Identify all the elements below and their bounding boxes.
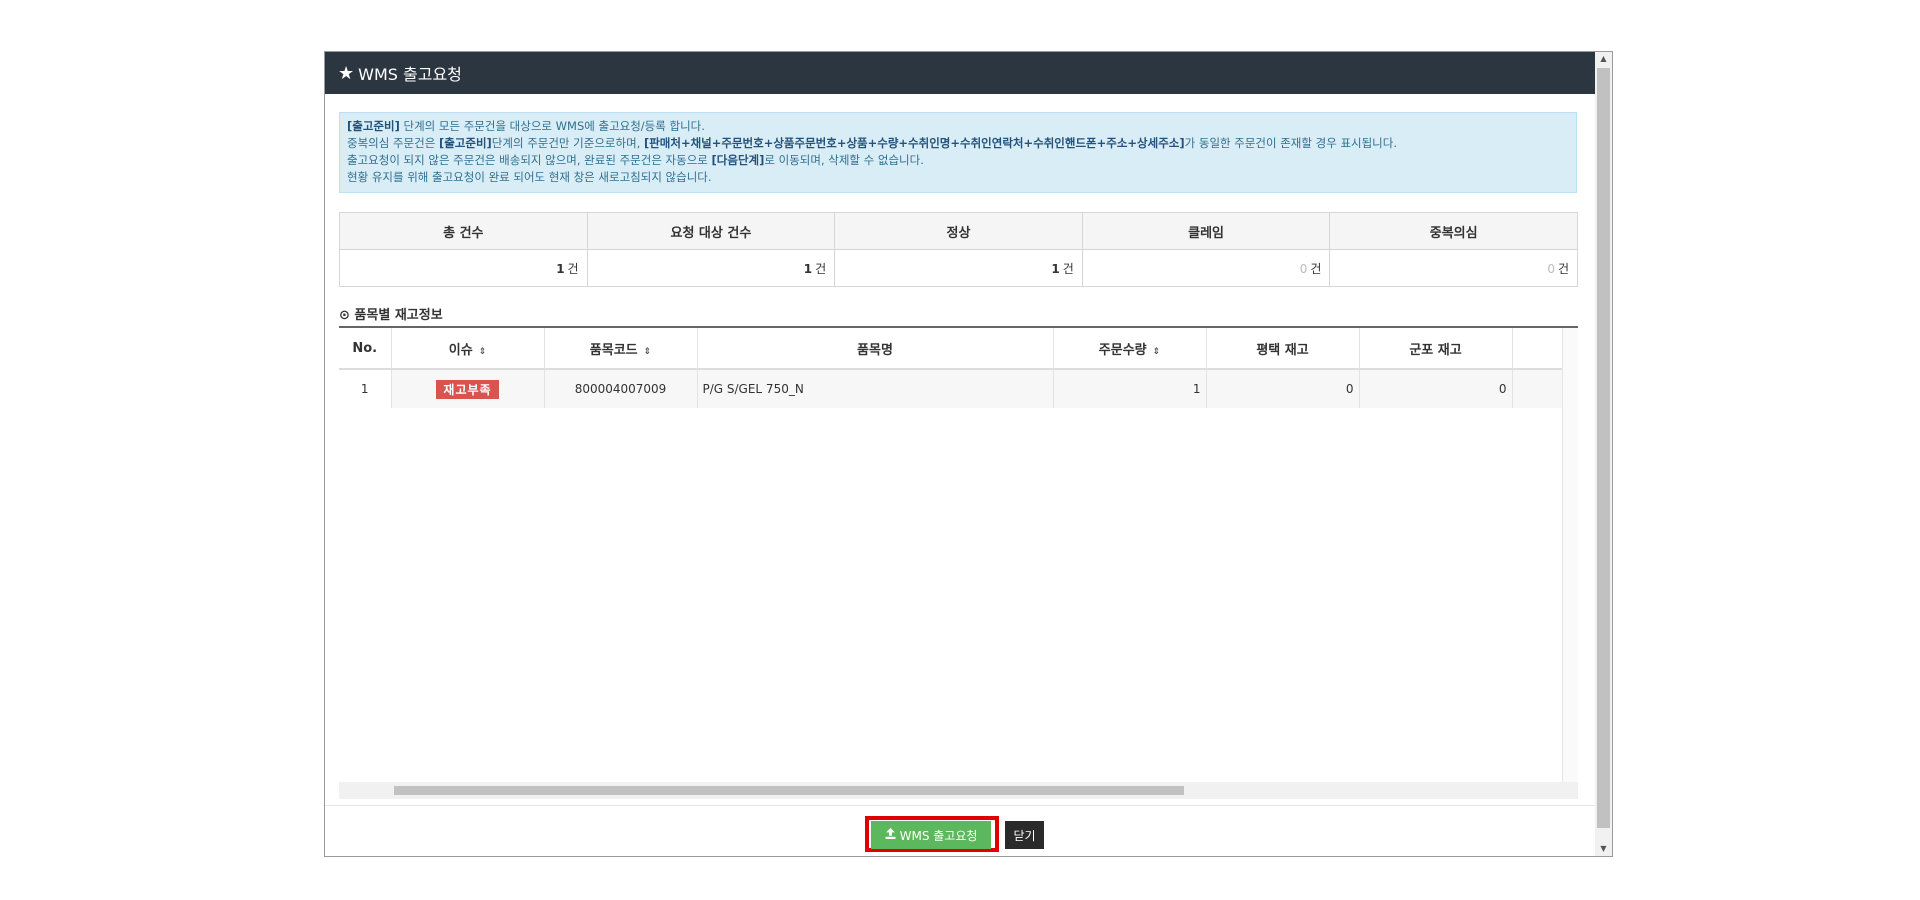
info-line-4: 현황 유지를 위해 출고요청이 완료 되어도 현재 창은 새로고침되지 않습니다… (347, 170, 712, 184)
cell-code: 800004007009 (544, 369, 698, 408)
col-label: 이슈 (448, 342, 473, 358)
section-title: ⊙ 품목별 재고정보 (339, 308, 443, 323)
modal-title: WMS 출고요청 (358, 65, 462, 84)
info-text: 출고요청이 되지 않은 주문건은 배송되지 않으며, 완료된 주문건은 자동으로 (347, 153, 712, 167)
info-tag: [다음단계] (711, 153, 765, 167)
grid-scroll-thumb[interactable] (394, 786, 1184, 795)
modal-header: ★ WMS 출고요청 (325, 52, 1595, 94)
table-row[interactable]: 1 재고부족 800004007009 P/G S/GEL 750_N 1 0 … (339, 369, 1563, 408)
summary-header: 클레임 (1081, 212, 1331, 250)
info-tag: [출고준비] (347, 119, 400, 133)
summary-cell-normal: 1건 (834, 249, 1083, 287)
summary-unit: 건 (1062, 261, 1074, 276)
stock-grid: No. 이슈 ⇕ 품목코드 ⇕ 품목명 주문수량 ⇕ 평택 재고 군포 재고 동 1 … (339, 326, 1578, 799)
star-icon: ★ (338, 62, 355, 84)
sort-icon[interactable]: ⇕ (1153, 347, 1161, 357)
status-badge: 재고부족 (436, 379, 499, 399)
col-header-no: No. (339, 328, 392, 370)
info-text: 가 동일한 주문건이 존재할 경우 표시됩니다. (1184, 136, 1397, 150)
wms-request-label: WMS 출고요청 (899, 828, 978, 843)
summary-unit: 건 (1310, 261, 1322, 276)
upload-icon (885, 828, 896, 842)
col-header-stock-gp: 군포 재고 (1359, 328, 1513, 370)
grid-body: No. 이슈 ⇕ 품목코드 ⇕ 품목명 주문수량 ⇕ 평택 재고 군포 재고 동 1 … (339, 328, 1563, 783)
summary-unit: 건 (815, 261, 827, 276)
summary-header: 중복의심 (1329, 212, 1578, 250)
cell-qty: 1 (1053, 369, 1207, 408)
summary-unit: 건 (1557, 261, 1569, 276)
summary-value: 1 (803, 261, 813, 276)
info-line-3: 출고요청이 되지 않은 주문건은 배송되지 않으며, 완료된 주문건은 자동으로… (347, 152, 1569, 169)
info-text: 단계의 주문건만 기준으로하며, (491, 136, 644, 150)
grid-header-row: No. 이슈 ⇕ 품목코드 ⇕ 품목명 주문수량 ⇕ 평택 재고 군포 재고 동 (339, 328, 1563, 370)
info-text: 로 이동되며, 삭제할 수 없습니다. (764, 153, 924, 167)
info-tag: [출고준비] (438, 136, 492, 150)
info-text: 중복의심 주문건은 (347, 136, 439, 150)
grid-vertical-scrollbar[interactable] (1562, 328, 1578, 783)
info-line-2: 중복의심 주문건은 [출고준비]단계의 주문건만 기준으로하며, [판매처+채널… (347, 135, 1569, 152)
modal-vertical-scrollbar[interactable]: ▲ ▼ (1595, 52, 1612, 856)
close-button[interactable]: 닫기 (1005, 821, 1044, 849)
col-header-code[interactable]: 품목코드 ⇕ (544, 328, 698, 370)
col-header-issue[interactable]: 이슈 ⇕ (391, 328, 545, 370)
summary-header: 총 건수 (339, 212, 588, 250)
summary-value: 0 (1547, 261, 1555, 276)
sort-icon[interactable]: ⇕ (479, 347, 487, 357)
cell-stock-gp: 0 (1359, 369, 1513, 408)
summary-value: 1 (556, 261, 565, 276)
summary-unit: 건 (567, 261, 579, 276)
cell-stock-pt: 0 (1206, 369, 1360, 408)
scroll-down-icon[interactable]: ▼ (1595, 842, 1612, 856)
summary-value-row: 1건 1건 1건 0건 0건 (339, 249, 1578, 287)
cell-name: P/G S/GEL 750_N (697, 369, 1054, 408)
wms-request-button[interactable]: WMS 출고요청 (871, 821, 991, 849)
col-header-stock-pt: 평택 재고 (1206, 328, 1360, 370)
modal-footer: WMS 출고요청 닫기 (325, 805, 1595, 856)
col-label: 품목코드 (589, 342, 638, 358)
scroll-up-icon[interactable]: ▲ (1595, 52, 1612, 66)
stock-table: No. 이슈 ⇕ 품목코드 ⇕ 품목명 주문수량 ⇕ 평택 재고 군포 재고 동 1 … (339, 328, 1563, 408)
summary-cell-claim: 0건 (1081, 249, 1331, 287)
summary-value: 1 (1051, 261, 1060, 276)
summary-cell-total: 1건 (339, 249, 588, 287)
summary-cell-target: 1건 (586, 249, 836, 287)
summary-header: 정상 (834, 212, 1083, 250)
col-header-qty[interactable]: 주문수량 ⇕ (1053, 328, 1207, 370)
cell-no: 1 (339, 369, 392, 408)
cell-extra (1512, 369, 1563, 408)
grid-horizontal-scrollbar[interactable] (339, 782, 1578, 799)
summary-value: 0 (1299, 261, 1308, 276)
sort-icon[interactable]: ⇕ (644, 347, 652, 357)
info-text: 단계의 모든 주문건을 대상으로 WMS에 출고요청/등록 합니다. (399, 119, 705, 133)
info-line-1: [출고준비] 단계의 모든 주문건을 대상으로 WMS에 출고요청/등록 합니다… (347, 118, 1569, 135)
col-header-name: 품목명 (697, 328, 1054, 370)
wms-modal: ★ WMS 출고요청 [출고준비] 단계의 모든 주문건을 대상으로 WMS에 … (324, 51, 1613, 857)
summary-table: 총 건수 요청 대상 건수 정상 클레임 중복의심 1건 1건 1건 0건 0건 (339, 212, 1578, 287)
info-box: [출고준비] 단계의 모든 주문건을 대상으로 WMS에 출고요청/등록 합니다… (339, 112, 1577, 193)
modal-scroll-thumb[interactable] (1597, 68, 1610, 828)
summary-header-row: 총 건수 요청 대상 건수 정상 클레임 중복의심 (339, 212, 1578, 250)
col-label: 주문수량 (1098, 342, 1147, 358)
summary-header: 요청 대상 건수 (586, 212, 836, 250)
col-header-extra: 동 (1512, 328, 1563, 370)
summary-cell-duplicate: 0건 (1329, 249, 1578, 287)
cell-issue: 재고부족 (391, 369, 545, 408)
info-tag: [판매처+채널+주문번호+상품주문번호+상품+수량+수취인명+수취인연락처+수취… (643, 136, 1185, 150)
